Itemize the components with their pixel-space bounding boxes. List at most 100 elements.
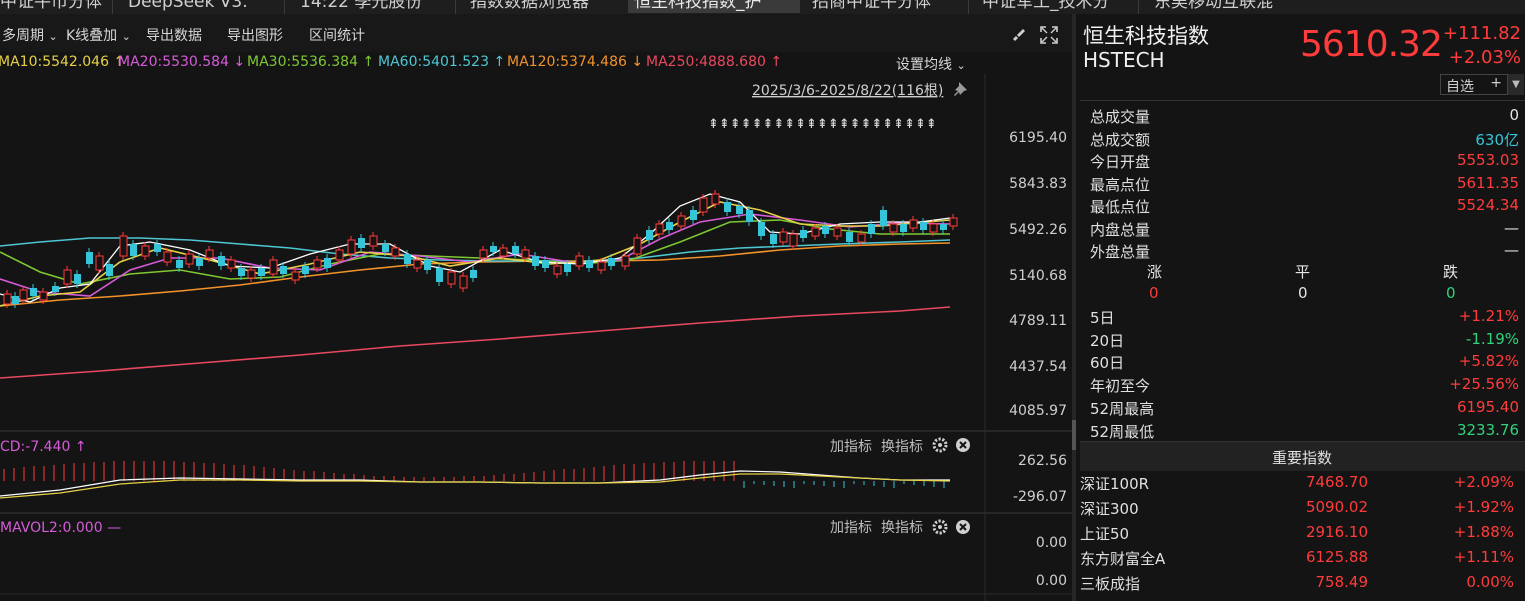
macd-switch-indicator[interactable]: 换指标 xyxy=(881,438,923,455)
candle xyxy=(711,193,720,205)
candle xyxy=(269,259,278,275)
key-index-price: 7468.70 xyxy=(1305,473,1368,491)
key-index-name: 东方财富全A xyxy=(1080,550,1166,568)
chevron-down-icon: ⌄ xyxy=(956,59,966,72)
chevron-down-icon[interactable]: ▼ xyxy=(1508,74,1524,95)
range-stats-button[interactable]: 区间统计 xyxy=(309,25,365,45)
vol-add-indicator[interactable]: 加指标 xyxy=(830,520,872,536)
tab-3[interactable]: 14:22 季光股份 xyxy=(294,0,428,13)
key-indices-header: 重要指数 xyxy=(1080,441,1525,471)
watchlist-button[interactable]: 自选 + xyxy=(1440,74,1508,95)
tab-8[interactable]: 东吴移动互联混 xyxy=(1148,0,1279,13)
period-value: +25.56% xyxy=(1449,375,1519,394)
candle xyxy=(218,256,225,266)
period-menu[interactable]: 多周期 ⌄ xyxy=(2,25,58,45)
export-data-button[interactable]: 导出数据 xyxy=(146,25,202,45)
ma10-label: MA10:5542.046 ↑ xyxy=(0,54,126,70)
candle xyxy=(247,269,256,279)
candle xyxy=(490,246,497,252)
key-index-name: 深证100R xyxy=(1080,475,1150,493)
candle xyxy=(512,246,519,254)
fullscreen-icon[interactable] xyxy=(1040,26,1058,44)
key-index-pct: +1.88% xyxy=(1453,523,1514,541)
ma60-label: MA60:5401.523 ↑ xyxy=(378,54,506,70)
tab-active[interactable]: 恒生科技指数_护 xyxy=(628,0,800,13)
brush-icon[interactable] xyxy=(1010,26,1026,42)
macd-label: CD:-7.440 ↑ xyxy=(0,439,87,455)
macd-dif-line xyxy=(0,470,950,497)
candle xyxy=(106,264,113,276)
gear-icon[interactable] xyxy=(932,437,948,453)
vol-switch-indicator[interactable]: 换指标 xyxy=(881,519,923,536)
candle xyxy=(724,202,731,212)
candle xyxy=(655,223,664,235)
candle xyxy=(391,247,400,257)
signal-arrows: ⇞⇞⇞⇞⇞⇞⇞⇞⇞⇞⇞⇞⇞⇞⇞⇞⇞⇞⇞⇞⇞ xyxy=(708,117,937,132)
stat-label: 今日开盘 xyxy=(1090,153,1151,171)
candle xyxy=(789,233,798,247)
candle xyxy=(857,233,866,243)
candle xyxy=(424,260,431,270)
key-index-row[interactable]: 深证100R 7468.70 +2.09% xyxy=(1076,471,1525,496)
period-label: 5日 xyxy=(1090,309,1115,327)
candle xyxy=(564,264,571,272)
candle xyxy=(833,227,842,237)
key-index-row[interactable]: 东方财富全A 6125.88 +1.11% xyxy=(1076,546,1525,571)
candle xyxy=(313,259,322,269)
price-change: +111.82 xyxy=(1442,23,1521,44)
close-icon[interactable] xyxy=(956,438,970,452)
candle xyxy=(690,210,697,220)
candle xyxy=(633,237,642,255)
period-value: 3233.76 xyxy=(1456,420,1519,439)
last-price: 5610.32 xyxy=(1300,24,1443,65)
candle xyxy=(553,265,562,275)
candle xyxy=(822,226,829,234)
stat-value: 5524.34 xyxy=(1456,196,1519,214)
candle xyxy=(382,244,389,252)
macd-add-indicator[interactable]: 加指标 xyxy=(830,439,872,455)
tab-6[interactable]: 招商中证牛分体 xyxy=(806,0,937,13)
candle xyxy=(447,271,456,285)
chart-toolbar: 多周期 ⌄ K线叠加 ⌄ 导出数据 导出图形 区间统计 xyxy=(0,14,1072,52)
tab-7[interactable]: 中证军工_技术分 xyxy=(976,0,1116,13)
flat-count-label: 平 xyxy=(1295,263,1311,281)
gear-icon[interactable] xyxy=(932,519,948,535)
key-index-row[interactable]: 上证50 2916.10 +1.88% xyxy=(1076,521,1525,546)
key-index-price: 5090.02 xyxy=(1305,498,1368,516)
candle xyxy=(205,249,214,259)
candle xyxy=(74,274,81,284)
price-axis: 6195.40 5843.83 5492.26 5140.68 4789.11 4437.… xyxy=(1009,130,1067,419)
close-icon[interactable] xyxy=(956,520,970,534)
key-index-pct: +1.11% xyxy=(1453,548,1514,566)
price-axis-label: 4789.11 xyxy=(1009,313,1067,329)
flat-count: 0 xyxy=(1298,284,1308,302)
kline-chart[interactable]: 2025/3/6-2025/8/22(116根) ⇞⇞⇞⇞⇞⇞⇞⇞⇞⇞⇞⇞⇞⇞⇞… xyxy=(0,74,1072,601)
candle xyxy=(646,230,653,240)
period-value: +5.82% xyxy=(1458,352,1519,371)
vol-axis-top: 0.00 xyxy=(1036,535,1067,551)
key-index-row[interactable]: 三板成指 758.49 0.00% xyxy=(1076,571,1525,596)
set-ma-label: 设置均线 xyxy=(896,57,952,73)
candle xyxy=(185,253,194,265)
key-index-row[interactable]: 深证300 5090.02 +1.92% xyxy=(1076,496,1525,521)
set-ma-button[interactable]: 设置均线 ⌄ xyxy=(896,54,966,74)
stat-label: 外盘总量 xyxy=(1090,243,1151,261)
tab-1[interactable]: 中证牛市分体 xyxy=(0,0,108,13)
pin-icon[interactable] xyxy=(954,82,967,96)
candle xyxy=(324,258,331,268)
tab-4[interactable]: 指数数据浏览器 xyxy=(464,0,595,13)
candle xyxy=(746,210,753,222)
period-label: 多周期 xyxy=(2,28,44,44)
candle xyxy=(335,249,344,261)
candle xyxy=(39,291,48,301)
candle xyxy=(621,255,630,267)
export-chart-button[interactable]: 导出图形 xyxy=(227,25,283,45)
stat-label: 内盘总量 xyxy=(1090,220,1151,239)
tab-2[interactable]: DeepSeek V3. xyxy=(122,0,254,13)
candle xyxy=(909,219,918,229)
breadth-header: 涨 平 跌 xyxy=(1076,261,1525,283)
up-count-label: 涨 xyxy=(1147,263,1163,281)
candle xyxy=(52,286,59,292)
candle xyxy=(532,256,539,266)
kline-overlay-menu[interactable]: K线叠加 ⌄ xyxy=(66,25,131,45)
